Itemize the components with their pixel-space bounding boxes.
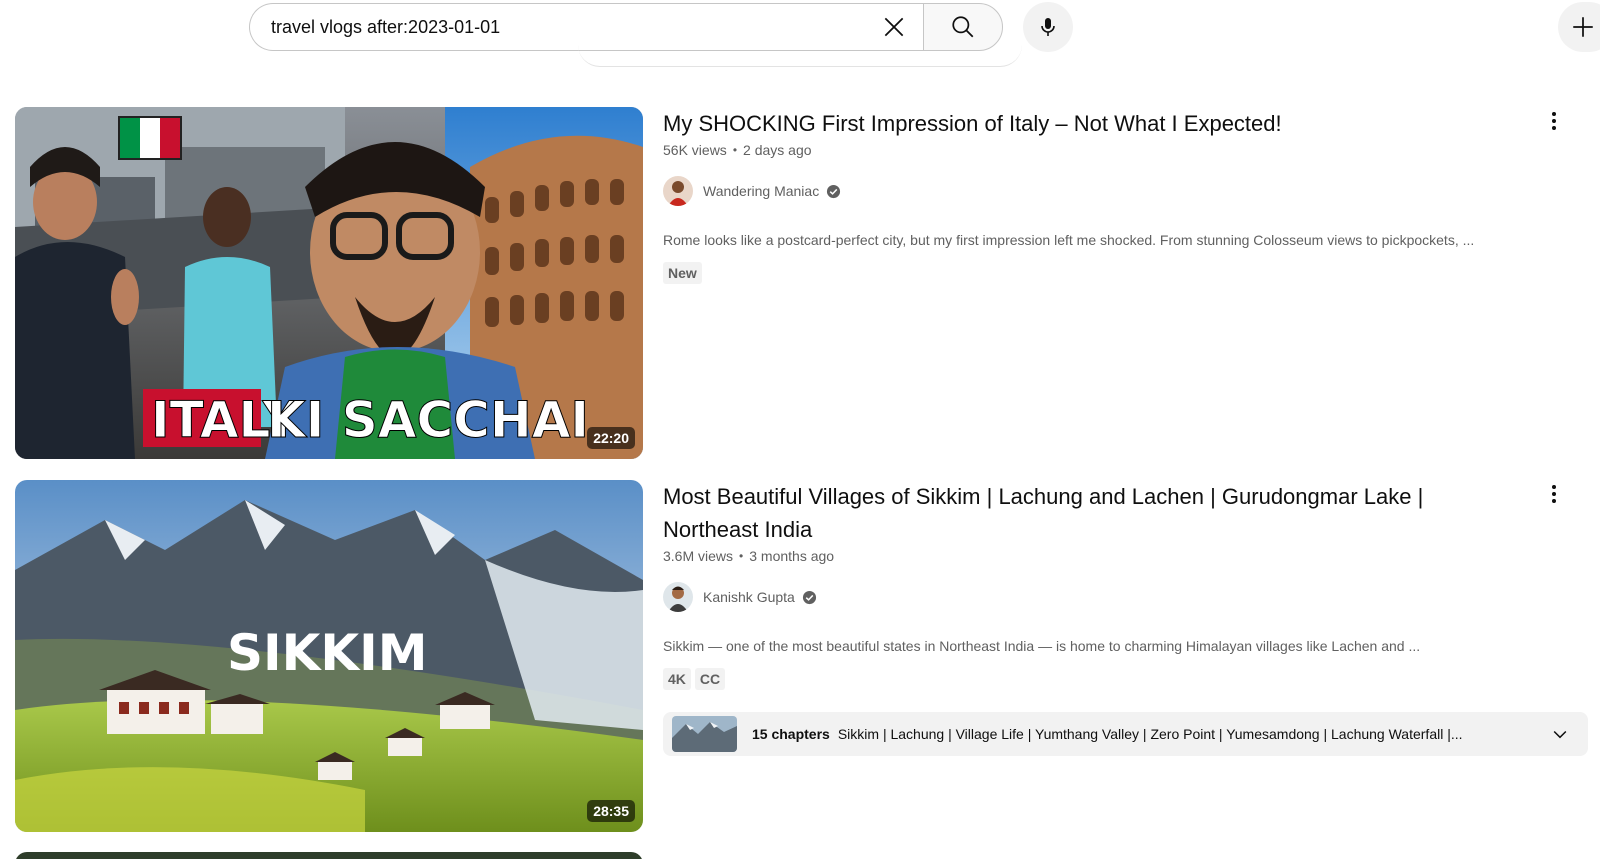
thumbnail-image: ITALY KI SACCHAI	[15, 107, 643, 459]
view-count: 56K views	[663, 142, 727, 158]
view-count: 3.6M views	[663, 548, 734, 564]
more-vert-icon[interactable]	[1542, 109, 1566, 133]
upload-age: 2 days ago	[743, 142, 812, 158]
search-icon	[952, 16, 974, 38]
verified-check-icon	[802, 590, 816, 604]
video-info: My SHOCKING First Impression of Italy – …	[663, 107, 1588, 284]
video-duration: 22:20	[587, 427, 635, 449]
video-thumbnail[interactable]	[15, 852, 643, 859]
channel-info: Kanishk Gupta	[663, 582, 1588, 612]
thumbnail-title: SIKKIM	[227, 624, 427, 682]
channel-name[interactable]: Kanishk Gupta	[703, 589, 795, 605]
video-result	[15, 852, 1600, 859]
search-suggestion-edge	[578, 40, 1022, 67]
video-meta: 56K views • 2 days ago	[663, 142, 1588, 158]
video-description: Rome looks like a postcard-perfect city,…	[663, 232, 1475, 248]
video-info: Most Beautiful Villages of Sikkim | Lach…	[663, 480, 1588, 756]
video-title[interactable]: My SHOCKING First Impression of Italy – …	[663, 107, 1588, 140]
chapters-panel[interactable]: 15 chapters Sikkim | Lachung | Village L…	[663, 712, 1588, 756]
mic-icon	[1041, 18, 1055, 36]
meta-separator: •	[732, 143, 738, 157]
upload-age: 3 months ago	[749, 548, 835, 564]
video-result: ITALY KI SACCHAI 22:20 My SHOCKING First…	[15, 107, 1600, 459]
video-meta: 3.6M views • 3 months ago	[663, 548, 1588, 564]
chevron-down-icon[interactable]	[1550, 724, 1570, 744]
badge-list: 4K CC	[663, 668, 1588, 690]
captions-badge: CC	[694, 668, 726, 690]
close-icon[interactable]	[881, 14, 907, 40]
voice-search-button[interactable]	[1023, 2, 1073, 52]
search-query-text[interactable]: travel vlogs after:2023-01-01	[271, 17, 500, 38]
avatar[interactable]	[663, 582, 693, 612]
channel-info: Wandering Maniac	[663, 176, 1588, 206]
chapter-thumbnail	[672, 716, 737, 752]
video-thumbnail[interactable]: SIKKIM 28:35	[15, 480, 643, 832]
video-thumbnail[interactable]: ITALY KI SACCHAI 22:20	[15, 107, 643, 459]
chapter-count: 15 chapters	[752, 726, 830, 742]
quality-badge: 4K	[663, 668, 691, 690]
avatar[interactable]	[663, 176, 693, 206]
verified-check-icon	[827, 184, 841, 198]
channel-name[interactable]: Wandering Maniac	[703, 183, 819, 199]
status-badge: New	[663, 262, 702, 284]
more-vert-icon[interactable]	[1542, 482, 1566, 506]
plus-icon	[1573, 17, 1593, 37]
create-button[interactable]	[1558, 2, 1600, 52]
video-title[interactable]: Most Beautiful Villages of Sikkim | Lach…	[663, 480, 1588, 546]
thumbnail-title-part2: KI SACCHAI	[267, 391, 589, 449]
chapter-list: Sikkim | Lachung | Village Life | Yumtha…	[837, 726, 1463, 742]
meta-separator: •	[739, 549, 744, 563]
video-description: Sikkim — one of the most beautiful state…	[663, 638, 1421, 654]
video-result: SIKKIM 28:35 Most Beautiful Villages of …	[15, 480, 1600, 832]
video-duration: 28:35	[587, 800, 635, 822]
badge-list: New	[663, 262, 1588, 284]
thumbnail-image: SIKKIM	[15, 480, 643, 832]
